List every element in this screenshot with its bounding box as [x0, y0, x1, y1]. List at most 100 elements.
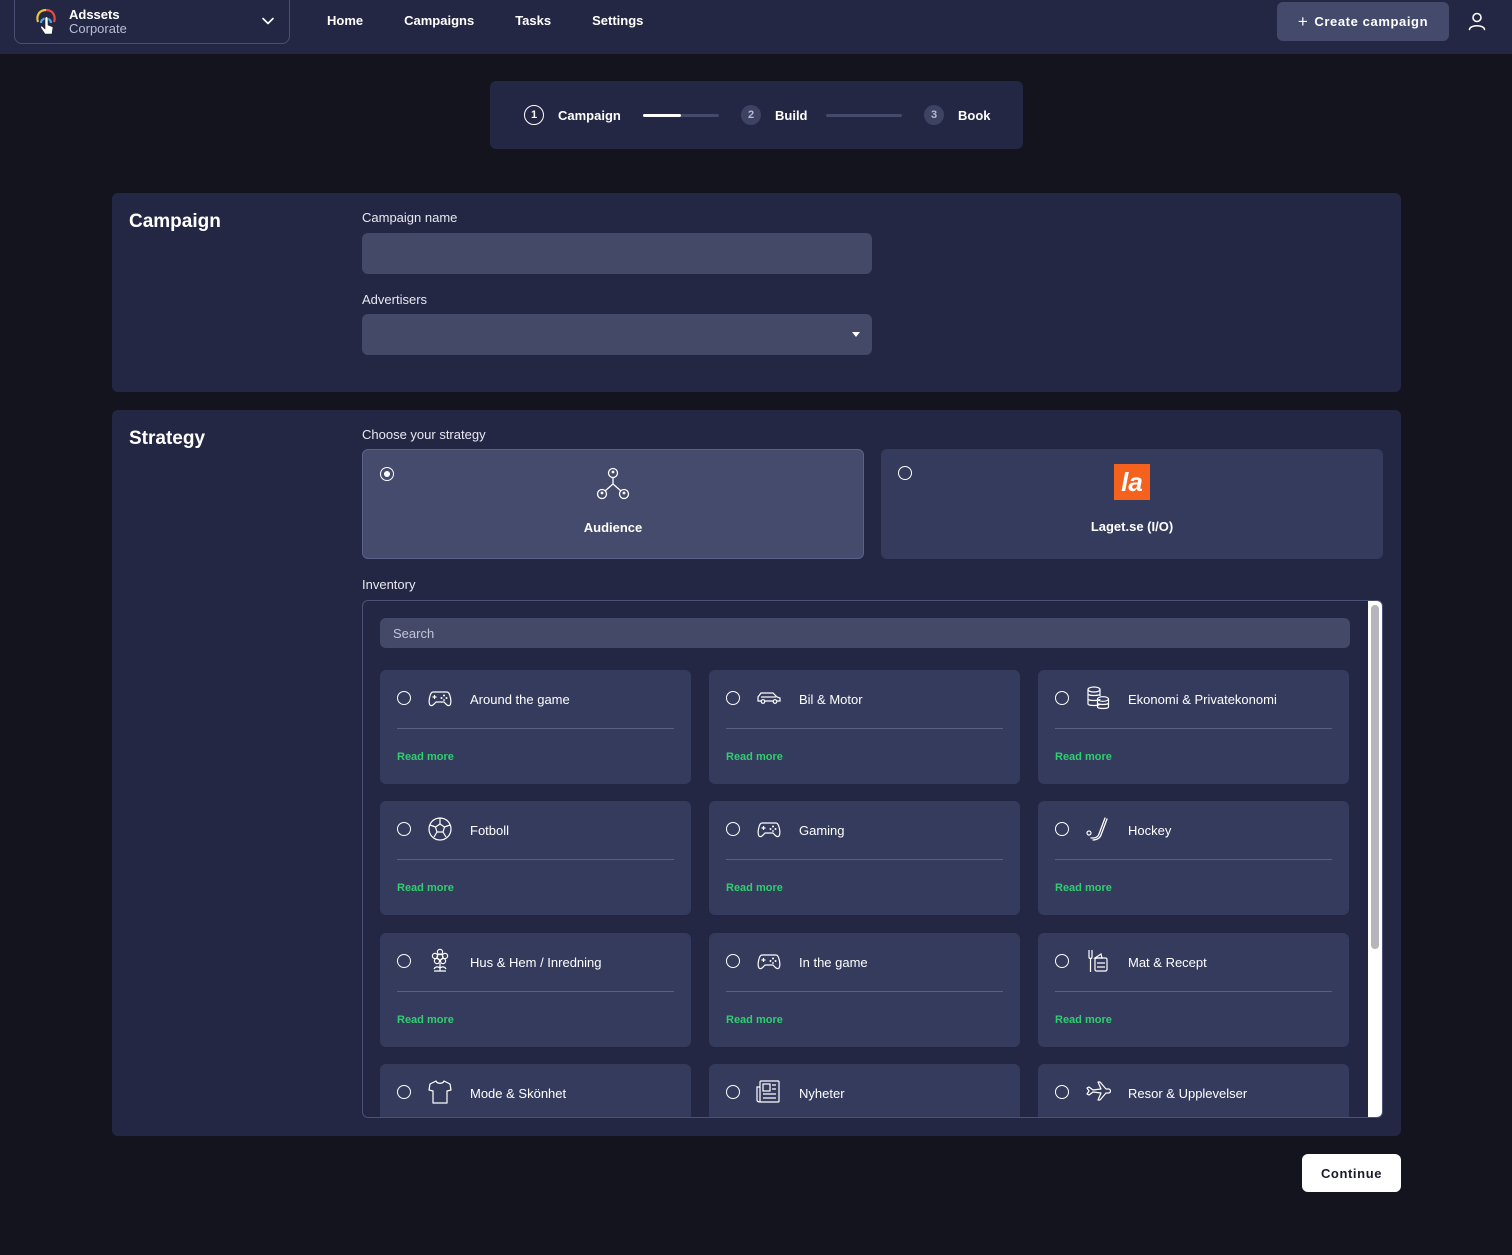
inventory-name: Mode & Skönhet: [470, 1086, 567, 1101]
inventory-radio[interactable]: [397, 691, 411, 705]
audience-label: Audience: [583, 520, 643, 535]
read-more-link[interactable]: Read more: [726, 882, 783, 894]
inventory-name: Mat & Recept: [1128, 955, 1207, 970]
chevron-down-icon: [262, 17, 274, 25]
progress-stepper: 1 Campaign 2 Build 3 Book: [490, 81, 1023, 149]
inventory-radio[interactable]: [726, 954, 740, 968]
inventory-card[interactable]: In the game Read more: [709, 933, 1020, 1047]
inventory-scrollbar[interactable]: [1368, 601, 1382, 1117]
read-more-link[interactable]: Read more: [1055, 1014, 1112, 1026]
inventory-radio[interactable]: [726, 691, 740, 705]
car-icon: [756, 685, 782, 711]
caret-down-icon: [852, 332, 860, 337]
choose-strategy-label: Choose your strategy: [362, 427, 486, 442]
laget-radio[interactable]: [898, 466, 912, 480]
scrollbar-thumb[interactable]: [1371, 605, 1379, 949]
inventory-radio[interactable]: [397, 822, 411, 836]
inventory-card[interactable]: Ekonomi & Privatekonomi Read more: [1038, 670, 1349, 784]
inventory-radio[interactable]: [1055, 954, 1069, 968]
gamepad-icon: [756, 816, 782, 842]
card-divider: [726, 728, 1003, 729]
card-divider: [1055, 728, 1332, 729]
card-divider: [1055, 991, 1332, 992]
step-connector-progress: [643, 114, 681, 117]
create-campaign-button[interactable]: + Create campaign: [1277, 2, 1449, 41]
inventory-radio[interactable]: [726, 822, 740, 836]
inventory-card[interactable]: Resor & UpplevelserRead more: [1038, 1064, 1349, 1117]
inventory-card[interactable]: Gaming Read more: [709, 801, 1020, 915]
inventory-card[interactable]: Mode & SkönhetRead more: [380, 1064, 691, 1117]
inventory-card[interactable]: Around the game Read more: [380, 670, 691, 784]
inventory-name: Gaming: [799, 823, 845, 838]
inventory-card[interactable]: Mat & Recept Read more: [1038, 933, 1349, 1047]
inventory-radio[interactable]: [1055, 822, 1069, 836]
org-name: Adssets: [69, 6, 120, 22]
airplane-icon: [1085, 1079, 1112, 1105]
inventory-name: Resor & Upplevelser: [1128, 1086, 1248, 1101]
nav-settings[interactable]: Settings: [592, 12, 643, 30]
card-divider: [397, 728, 674, 729]
nav-home[interactable]: Home: [327, 12, 363, 30]
shirt-icon: [427, 1079, 453, 1105]
strategy-option-audience[interactable]: Audience: [362, 449, 864, 559]
inventory-radio[interactable]: [397, 1085, 411, 1099]
inventory-name: Hus & Hem / Inredning: [470, 955, 602, 970]
inventory-card[interactable]: Hus & Hem / Inredning Read more: [380, 933, 691, 1047]
step-label: Build: [775, 107, 808, 123]
campaign-name-input[interactable]: [362, 233, 872, 274]
org-switcher[interactable]: Adssets Corporate: [14, 0, 290, 44]
hockey-stick-icon: [1085, 816, 1111, 842]
inventory-radio[interactable]: [726, 1085, 740, 1099]
step-build: 2 Build: [741, 105, 808, 125]
inventory-name: Nyheter: [799, 1086, 845, 1101]
card-divider: [397, 859, 674, 860]
inventory-name: Bil & Motor: [799, 692, 863, 707]
read-more-link[interactable]: Read more: [1055, 751, 1112, 763]
card-divider: [1055, 859, 1332, 860]
audience-network-icon: [596, 467, 630, 500]
strategy-section-title: Strategy: [129, 428, 206, 449]
read-more-link[interactable]: Read more: [726, 1014, 783, 1026]
inventory-name: In the game: [799, 955, 868, 970]
gamepad-icon: [427, 685, 453, 711]
inventory-card[interactable]: Bil & Motor Read more: [709, 670, 1020, 784]
read-more-link[interactable]: Read more: [726, 751, 783, 763]
advertisers-select[interactable]: [362, 314, 872, 355]
read-more-link[interactable]: Read more: [397, 1014, 454, 1026]
inventory-name: Fotboll: [470, 823, 510, 838]
inventory-card[interactable]: NyheterRead more: [709, 1064, 1020, 1117]
create-campaign-label: Create campaign: [1314, 14, 1429, 29]
nav-tasks[interactable]: Tasks: [515, 12, 551, 30]
card-divider: [726, 991, 1003, 992]
main-nav: Home Campaigns Tasks Settings: [327, 12, 684, 30]
step-number: 3: [924, 105, 944, 125]
inventory-name: Ekonomi & Privatekonomi: [1128, 692, 1277, 707]
user-icon[interactable]: [1467, 11, 1487, 31]
inventory-card[interactable]: Fotboll Read more: [380, 801, 691, 915]
laget-label: Laget.se (I/O): [1090, 519, 1174, 534]
continue-button[interactable]: Continue: [1302, 1154, 1401, 1192]
inventory-radio[interactable]: [1055, 1085, 1069, 1099]
laget-logo-icon: la: [1114, 464, 1150, 500]
inventory-search-input[interactable]: [380, 618, 1350, 648]
newspaper-icon: [756, 1079, 782, 1105]
inventory-card[interactable]: Hockey Read more: [1038, 801, 1349, 915]
step-label: Campaign: [558, 107, 621, 123]
inventory-radio[interactable]: [1055, 691, 1069, 705]
read-more-link[interactable]: Read more: [1055, 882, 1112, 894]
campaign-panel: Campaign Campaign name Advertisers: [112, 193, 1401, 392]
read-more-link[interactable]: Read more: [397, 882, 454, 894]
audience-radio[interactable]: [380, 467, 394, 481]
step-number: 1: [524, 105, 544, 125]
step-connector: [826, 114, 902, 117]
strategy-option-laget[interactable]: la Laget.se (I/O): [881, 449, 1383, 559]
inventory-name: Hockey: [1128, 823, 1172, 838]
read-more-link[interactable]: Read more: [397, 751, 454, 763]
step-connector: [643, 114, 719, 117]
card-divider: [726, 859, 1003, 860]
inventory-radio[interactable]: [397, 954, 411, 968]
inventory-list[interactable]: Around the game Read more Bil & Motor Read …: [362, 600, 1383, 1118]
laget-logo-text: la: [1121, 467, 1143, 497]
campaign-name-label: Campaign name: [362, 210, 458, 225]
nav-campaigns[interactable]: Campaigns: [404, 12, 474, 30]
